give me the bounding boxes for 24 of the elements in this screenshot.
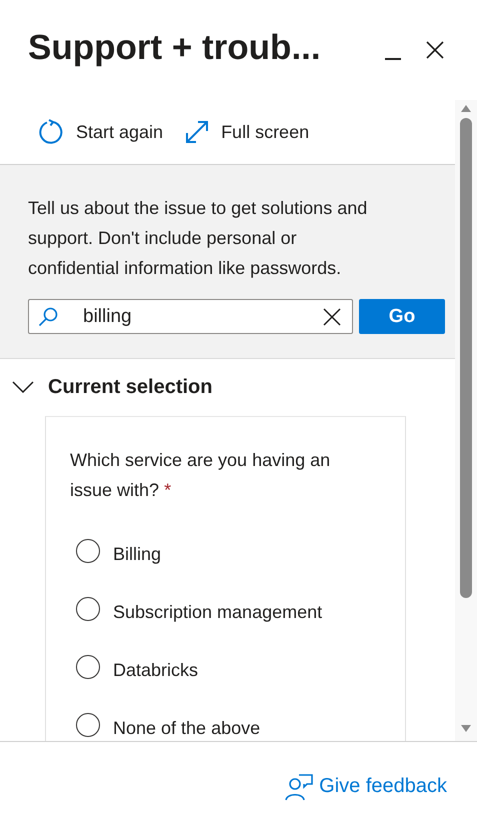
scroll-down-icon[interactable]: [461, 725, 471, 733]
feedback-link[interactable]: Give feedback: [285, 772, 447, 800]
radio-option[interactable]: Subscription management: [70, 583, 322, 641]
scrollbar[interactable]: [455, 100, 477, 741]
question-text: Which service are you having an issue with? *: [70, 449, 332, 502]
expand-icon: [185, 120, 210, 144]
search-icon: [38, 307, 58, 327]
go-button[interactable]: Go: [359, 299, 445, 334]
chevron-icon: [12, 381, 34, 393]
intro-text: Tell us about the issue to get solutions and support. Don't include personal or confidential information like passwords.: [28, 197, 368, 280]
clear-icon[interactable]: [323, 308, 341, 326]
radio-option[interactable]: Billing: [70, 525, 162, 583]
radio-option[interactable]: None of the above: [70, 699, 260, 741]
toolbar-button[interactable]: Full screen: [185, 120, 310, 144]
section-header[interactable]: Current selection: [0, 359, 224, 399]
toolbar-button[interactable]: Start again: [38, 119, 164, 145]
minimize-icon: [385, 58, 401, 60]
search-field[interactable]: billing: [28, 299, 353, 334]
feedback-icon: [285, 772, 314, 800]
radio-option[interactable]: Databricks: [70, 641, 198, 699]
window-title: Support + troub...: [28, 28, 322, 69]
refresh-icon: [38, 119, 64, 145]
scroll-up-icon[interactable]: [461, 104, 471, 112]
close-icon: [425, 40, 445, 60]
